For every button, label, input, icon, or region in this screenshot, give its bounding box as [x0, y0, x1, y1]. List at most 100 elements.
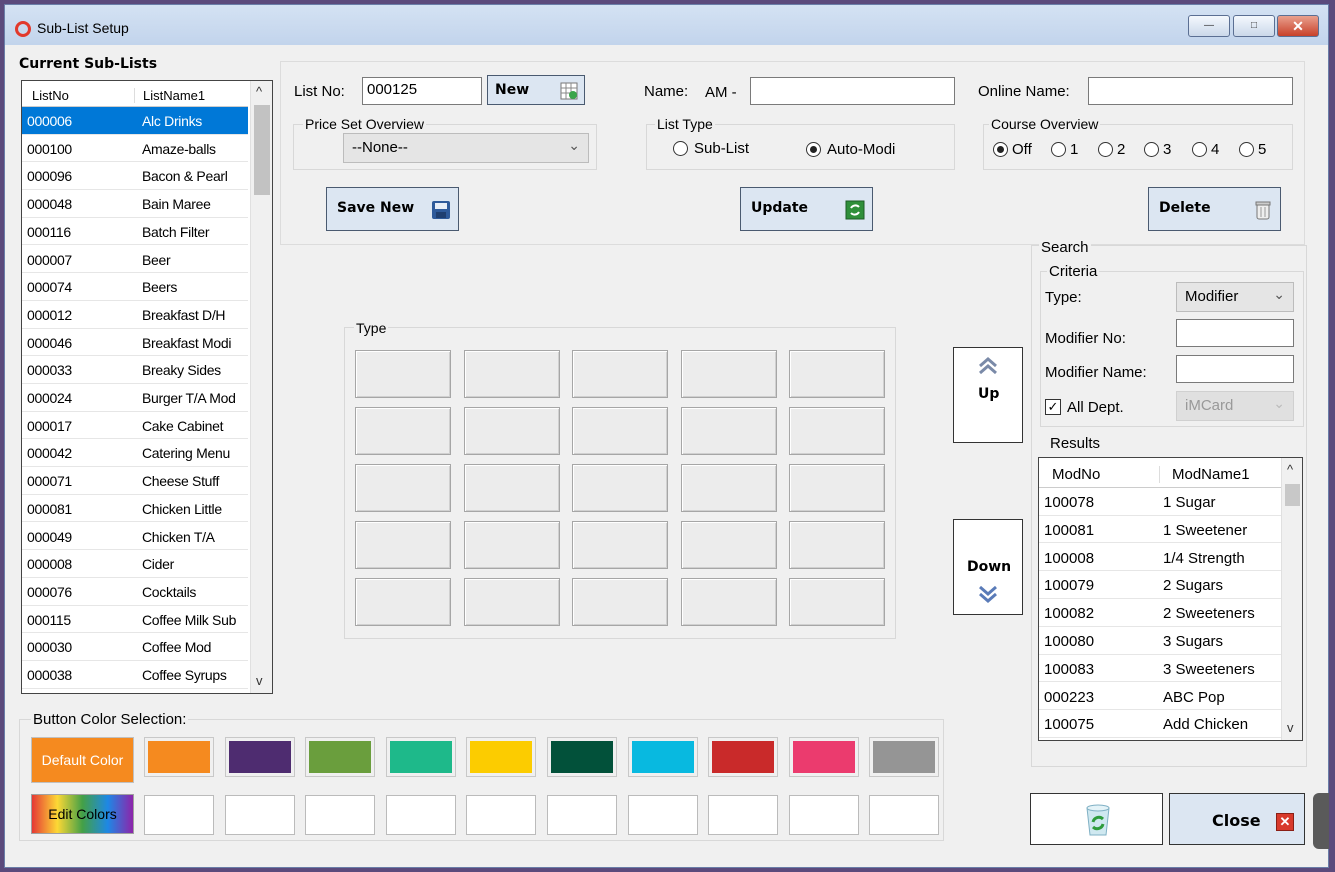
type-tile[interactable] — [789, 407, 885, 455]
sublist-row[interactable]: 000008 Cider — [22, 550, 248, 578]
minimize-button[interactable]: — — [1188, 15, 1230, 37]
radio-sub-list[interactable] — [673, 141, 688, 156]
sublist-row[interactable]: 000038 Coffee Syrups — [22, 661, 248, 689]
type-tile[interactable] — [680, 350, 777, 398]
custom-color-slot[interactable] — [708, 795, 779, 835]
type-tile[interactable] — [355, 350, 451, 398]
close-button[interactable]: Close ✕ — [1169, 793, 1305, 845]
type-tile[interactable] — [789, 464, 885, 512]
custom-color-slot[interactable] — [466, 795, 537, 835]
sublists-scrollbar[interactable]: ^ v — [250, 81, 272, 693]
sublist-row[interactable]: 000071 Cheese Stuff — [22, 467, 248, 495]
custom-color-slot[interactable] — [224, 795, 295, 835]
listno-input[interactable]: 000125 — [362, 77, 482, 105]
all-dept-checkbox[interactable]: ✓ — [1045, 399, 1061, 415]
type-tile[interactable] — [572, 464, 668, 512]
results-table[interactable]: ModNo ModName1 100078 1 Sugar 100081 1 Swee… — [1038, 457, 1303, 741]
sublist-row[interactable]: 000046 Breakfast Modi — [22, 329, 248, 357]
sublist-row[interactable]: 000030 Coffee Mod — [22, 633, 248, 661]
result-row[interactable]: 100082 2 Sweeteners — [1039, 599, 1281, 627]
result-row[interactable]: 100075 Add Chicken — [1039, 710, 1281, 739]
radio-auto-modi[interactable] — [806, 142, 821, 157]
type-tile[interactable] — [572, 350, 668, 398]
sublist-row[interactable]: 000115 Coffee Milk Sub — [22, 606, 248, 634]
close-window-button[interactable]: ✕ — [1277, 15, 1319, 37]
type-tile[interactable] — [680, 521, 777, 569]
col-modname1[interactable]: ModName1 — [1159, 466, 1250, 483]
type-tile[interactable] — [463, 407, 560, 455]
delete-button[interactable]: Delete — [1148, 187, 1281, 231]
modifier-no-input[interactable] — [1176, 319, 1294, 347]
sublist-row[interactable]: 000096 Bacon & Pearl — [22, 162, 248, 191]
sublist-row[interactable]: 000049 Chicken T/A — [22, 523, 248, 551]
move-down-button[interactable]: Down — [953, 519, 1023, 615]
sublist-row[interactable]: 000033 Breaky Sides — [22, 356, 248, 384]
type-tile[interactable] — [463, 350, 560, 398]
col-listno[interactable]: ListNo — [32, 88, 69, 103]
custom-color-slot[interactable] — [788, 795, 859, 835]
scroll-thumb[interactable] — [254, 105, 270, 195]
name-input[interactable] — [750, 77, 955, 105]
radio-course-2[interactable] — [1098, 142, 1113, 157]
radio-course-4[interactable] — [1192, 142, 1207, 157]
color-swatch[interactable] — [385, 737, 456, 777]
color-swatch[interactable] — [788, 737, 859, 777]
custom-color-slot[interactable] — [144, 795, 214, 835]
sublist-row[interactable]: 000007 Beer — [22, 246, 248, 274]
price-set-select[interactable]: --None-- ⌄ — [343, 133, 589, 163]
maximize-button[interactable]: □ — [1233, 15, 1275, 37]
radio-course-1[interactable] — [1051, 142, 1066, 157]
save-new-button[interactable]: Save New — [326, 187, 459, 231]
sublist-row[interactable]: 000012 Breakfast D/H — [22, 301, 248, 329]
modifier-name-input[interactable] — [1176, 355, 1294, 383]
custom-color-slot[interactable] — [869, 795, 940, 835]
color-swatch[interactable] — [869, 737, 940, 777]
scroll-up-icon[interactable]: ^ — [1287, 462, 1293, 477]
online-name-input[interactable] — [1088, 77, 1293, 105]
result-row[interactable]: 100078 1 Sugar — [1039, 488, 1281, 516]
type-tile[interactable] — [355, 464, 451, 512]
result-row[interactable]: 100008 1/4 Strength — [1039, 544, 1281, 572]
dept-select[interactable]: iMCard ⌄ — [1176, 391, 1294, 421]
scroll-down-icon[interactable]: v — [256, 673, 263, 688]
search-type-select[interactable]: Modifier ⌄ — [1176, 282, 1294, 312]
type-tile[interactable] — [680, 464, 777, 512]
radio-course-off[interactable] — [993, 142, 1008, 157]
sublist-row[interactable]: 000017 Cake Cabinet — [22, 412, 248, 440]
sublists-table[interactable]: ListNo ListName1 000006 Alc Drinks 000100 A… — [21, 80, 273, 694]
scroll-up-icon[interactable]: ^ — [256, 84, 262, 99]
recycle-button[interactable] — [1030, 793, 1163, 845]
type-tile[interactable] — [463, 578, 560, 626]
col-modno[interactable]: ModNo — [1052, 466, 1100, 483]
custom-color-slot[interactable] — [547, 795, 617, 835]
sublist-row[interactable]: 000048 Bain Maree — [22, 190, 248, 218]
col-listname1[interactable]: ListName1 — [134, 88, 205, 103]
result-row[interactable]: 100083 3 Sweeteners — [1039, 655, 1281, 683]
type-tile[interactable] — [572, 521, 668, 569]
scroll-down-icon[interactable]: v — [1287, 720, 1294, 735]
type-tile[interactable] — [463, 521, 560, 569]
radio-course-5[interactable] — [1239, 142, 1254, 157]
color-swatch[interactable] — [224, 737, 295, 777]
move-up-button[interactable]: Up — [953, 347, 1023, 443]
new-button[interactable]: New — [487, 75, 585, 105]
result-row[interactable]: 100080 3 Sugars — [1039, 627, 1281, 655]
type-tile[interactable] — [572, 578, 668, 626]
sublist-row[interactable]: 000100 Amaze-balls — [22, 135, 248, 163]
sublist-row[interactable]: 000006 Alc Drinks — [22, 107, 248, 135]
edit-colors-button[interactable]: Edit Colors — [31, 794, 134, 834]
sublist-row[interactable]: 000076 Cocktails — [22, 578, 248, 606]
color-swatch[interactable] — [466, 737, 537, 777]
default-color-button[interactable]: Default Color — [31, 737, 134, 783]
type-tile[interactable] — [789, 578, 885, 626]
type-tile[interactable] — [680, 578, 777, 626]
scroll-thumb[interactable] — [1285, 484, 1300, 506]
results-scrollbar[interactable]: ^ v — [1281, 458, 1302, 740]
sublist-row[interactable]: 000024 Burger T/A Mod — [22, 384, 248, 412]
custom-color-slot[interactable] — [627, 795, 698, 835]
result-row[interactable]: 100079 2 Sugars — [1039, 571, 1281, 600]
sublist-row[interactable]: 000081 Chicken Little — [22, 495, 248, 523]
type-tile[interactable] — [463, 464, 560, 512]
color-swatch[interactable] — [305, 737, 376, 777]
type-tile[interactable] — [789, 521, 885, 569]
